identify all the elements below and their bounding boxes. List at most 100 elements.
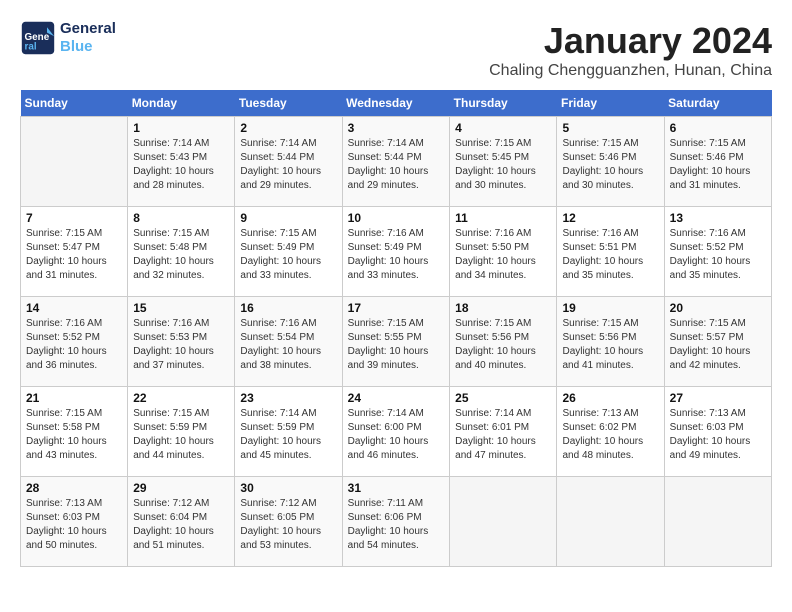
- day-info: Sunrise: 7:15 AMSunset: 5:57 PMDaylight:…: [670, 317, 766, 373]
- calendar-cell: 8 Sunrise: 7:15 AMSunset: 5:48 PMDaylight…: [128, 207, 235, 297]
- day-number: 7: [26, 211, 122, 225]
- weekday-header: Friday: [557, 90, 664, 117]
- calendar-cell: 20 Sunrise: 7:15 AMSunset: 5:57 PMDayligh…: [664, 297, 771, 387]
- calendar-header: SundayMondayTuesdayWednesdayThursdayFrid…: [21, 90, 772, 117]
- day-number: 8: [133, 211, 229, 225]
- day-info: Sunrise: 7:14 AMSunset: 6:01 PMDaylight:…: [455, 407, 551, 463]
- calendar-week-row: 14Sunrise: 7:16 AMSunset: 5:52 PMDayligh…: [21, 297, 772, 387]
- weekday-header: Tuesday: [235, 90, 342, 117]
- day-number: 15: [133, 301, 229, 315]
- location-title: Chaling Chengguanzhen, Hunan, China: [489, 62, 772, 80]
- day-info: Sunrise: 7:15 AMSunset: 5:45 PMDaylight:…: [455, 137, 551, 193]
- weekday-header: Saturday: [664, 90, 771, 117]
- day-number: 30: [240, 481, 336, 495]
- page-header: Gene ral General Blue January 2024 Chali…: [20, 20, 772, 80]
- logo-icon: Gene ral: [20, 20, 56, 56]
- calendar-cell: 16Sunrise: 7:16 AMSunset: 5:54 PMDayligh…: [235, 297, 342, 387]
- calendar-table: SundayMondayTuesdayWednesdayThursdayFrid…: [20, 90, 772, 567]
- day-info: Sunrise: 7:15 AMSunset: 5:59 PMDaylight:…: [133, 407, 229, 463]
- calendar-cell: 3Sunrise: 7:14 AMSunset: 5:44 PMDaylight…: [342, 117, 450, 207]
- svg-text:ral: ral: [25, 42, 37, 53]
- day-info: Sunrise: 7:15 AMSunset: 5:56 PMDaylight:…: [562, 317, 658, 373]
- day-info: Sunrise: 7:14 AMSunset: 5:59 PMDaylight:…: [240, 407, 336, 463]
- calendar-cell: [557, 477, 664, 567]
- day-number: 25: [455, 391, 551, 405]
- day-info: Sunrise: 7:12 AMSunset: 6:05 PMDaylight:…: [240, 497, 336, 553]
- day-info: Sunrise: 7:16 AMSunset: 5:49 PMDaylight:…: [348, 227, 445, 283]
- calendar-week-row: 21Sunrise: 7:15 AMSunset: 5:58 PMDayligh…: [21, 387, 772, 477]
- day-number: 10: [348, 211, 445, 225]
- day-number: 28: [26, 481, 122, 495]
- weekday-header: Sunday: [21, 90, 128, 117]
- day-info: Sunrise: 7:12 AMSunset: 6:04 PMDaylight:…: [133, 497, 229, 553]
- calendar-body: 1 Sunrise: 7:14 AMSunset: 5:43 PMDaylight…: [21, 117, 772, 567]
- calendar-cell: [450, 477, 557, 567]
- calendar-cell: 6 Sunrise: 7:15 AMSunset: 5:46 PMDaylight…: [664, 117, 771, 207]
- weekday-header: Wednesday: [342, 90, 450, 117]
- calendar-week-row: 1 Sunrise: 7:14 AMSunset: 5:43 PMDaylight…: [21, 117, 772, 207]
- day-info: Sunrise: 7:15 AMSunset: 5:47 PMDaylight:…: [26, 227, 122, 283]
- calendar-cell: 12Sunrise: 7:16 AMSunset: 5:51 PMDayligh…: [557, 207, 664, 297]
- day-info: Sunrise: 7:14 AMSunset: 5:44 PMDaylight:…: [240, 137, 336, 193]
- calendar-cell: 5 Sunrise: 7:15 AMSunset: 5:46 PMDaylight…: [557, 117, 664, 207]
- title-area: January 2024 Chaling Chengguanzhen, Huna…: [489, 20, 772, 80]
- calendar-cell: 24Sunrise: 7:14 AMSunset: 6:00 PMDayligh…: [342, 387, 450, 477]
- month-title: January 2024: [489, 20, 772, 62]
- header-row: SundayMondayTuesdayWednesdayThursdayFrid…: [21, 90, 772, 117]
- day-info: Sunrise: 7:13 AMSunset: 6:03 PMDaylight:…: [670, 407, 766, 463]
- day-number: 22: [133, 391, 229, 405]
- day-info: Sunrise: 7:15 AMSunset: 5:46 PMDaylight:…: [670, 137, 766, 193]
- day-info: Sunrise: 7:16 AMSunset: 5:50 PMDaylight:…: [455, 227, 551, 283]
- calendar-cell: 10 Sunrise: 7:16 AMSunset: 5:49 PMDayligh…: [342, 207, 450, 297]
- day-info: Sunrise: 7:15 AMSunset: 5:48 PMDaylight:…: [133, 227, 229, 283]
- weekday-header: Monday: [128, 90, 235, 117]
- day-number: 13: [670, 211, 766, 225]
- calendar-cell: 9Sunrise: 7:15 AMSunset: 5:49 PMDaylight…: [235, 207, 342, 297]
- day-number: 18: [455, 301, 551, 315]
- day-number: 6: [670, 121, 766, 135]
- weekday-header: Thursday: [450, 90, 557, 117]
- calendar-cell: 11Sunrise: 7:16 AMSunset: 5:50 PMDayligh…: [450, 207, 557, 297]
- calendar-cell: 18Sunrise: 7:15 AMSunset: 5:56 PMDayligh…: [450, 297, 557, 387]
- day-number: 2: [240, 121, 336, 135]
- day-number: 20: [670, 301, 766, 315]
- calendar-cell: 13 Sunrise: 7:16 AMSunset: 5:52 PMDayligh…: [664, 207, 771, 297]
- calendar-cell: 14Sunrise: 7:16 AMSunset: 5:52 PMDayligh…: [21, 297, 128, 387]
- calendar-cell: 1 Sunrise: 7:14 AMSunset: 5:43 PMDaylight…: [128, 117, 235, 207]
- day-info: Sunrise: 7:16 AMSunset: 5:52 PMDaylight:…: [26, 317, 122, 373]
- day-number: 31: [348, 481, 445, 495]
- day-number: 17: [348, 301, 445, 315]
- calendar-cell: 19 Sunrise: 7:15 AMSunset: 5:56 PMDayligh…: [557, 297, 664, 387]
- calendar-cell: 2 Sunrise: 7:14 AMSunset: 5:44 PMDaylight…: [235, 117, 342, 207]
- day-info: Sunrise: 7:16 AMSunset: 5:52 PMDaylight:…: [670, 227, 766, 283]
- logo: Gene ral General Blue: [20, 20, 116, 56]
- calendar-week-row: 7 Sunrise: 7:15 AMSunset: 5:47 PMDaylight…: [21, 207, 772, 297]
- day-info: Sunrise: 7:14 AMSunset: 6:00 PMDaylight:…: [348, 407, 445, 463]
- calendar-cell: 15Sunrise: 7:16 AMSunset: 5:53 PMDayligh…: [128, 297, 235, 387]
- calendar-cell: 29Sunrise: 7:12 AMSunset: 6:04 PMDayligh…: [128, 477, 235, 567]
- day-info: Sunrise: 7:13 AMSunset: 6:02 PMDaylight:…: [562, 407, 658, 463]
- day-number: 4: [455, 121, 551, 135]
- day-info: Sunrise: 7:11 AMSunset: 6:06 PMDaylight:…: [348, 497, 445, 553]
- calendar-cell: 22 Sunrise: 7:15 AMSunset: 5:59 PMDayligh…: [128, 387, 235, 477]
- day-number: 23: [240, 391, 336, 405]
- calendar-cell: 30 Sunrise: 7:12 AMSunset: 6:05 PMDayligh…: [235, 477, 342, 567]
- day-number: 19: [562, 301, 658, 315]
- day-number: 9: [240, 211, 336, 225]
- calendar-cell: 21Sunrise: 7:15 AMSunset: 5:58 PMDayligh…: [21, 387, 128, 477]
- day-number: 1: [133, 121, 229, 135]
- day-number: 5: [562, 121, 658, 135]
- day-number: 16: [240, 301, 336, 315]
- day-number: 26: [562, 391, 658, 405]
- calendar-cell: 4 Sunrise: 7:15 AMSunset: 5:45 PMDaylight…: [450, 117, 557, 207]
- day-number: 12: [562, 211, 658, 225]
- calendar-cell: 23 Sunrise: 7:14 AMSunset: 5:59 PMDayligh…: [235, 387, 342, 477]
- day-info: Sunrise: 7:14 AMSunset: 5:43 PMDaylight:…: [133, 137, 229, 193]
- calendar-week-row: 28 Sunrise: 7:13 AMSunset: 6:03 PMDayligh…: [21, 477, 772, 567]
- day-info: Sunrise: 7:15 AMSunset: 5:46 PMDaylight:…: [562, 137, 658, 193]
- calendar-cell: 26 Sunrise: 7:13 AMSunset: 6:02 PMDayligh…: [557, 387, 664, 477]
- calendar-cell: 31 Sunrise: 7:11 AMSunset: 6:06 PMDayligh…: [342, 477, 450, 567]
- calendar-cell: 17 Sunrise: 7:15 AMSunset: 5:55 PMDayligh…: [342, 297, 450, 387]
- day-info: Sunrise: 7:13 AMSunset: 6:03 PMDaylight:…: [26, 497, 122, 553]
- day-info: Sunrise: 7:15 AMSunset: 5:55 PMDaylight:…: [348, 317, 445, 373]
